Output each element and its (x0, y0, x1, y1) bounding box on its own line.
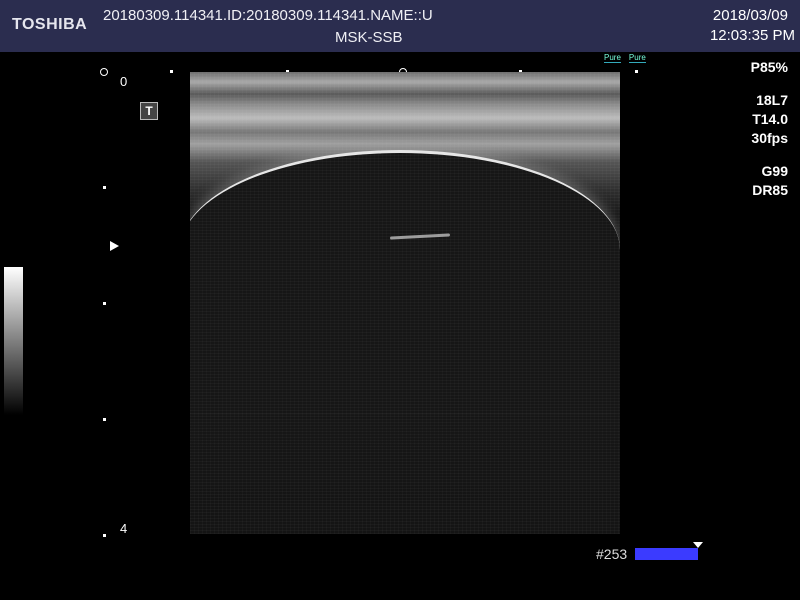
mode-icon: T (140, 102, 158, 120)
fps-value: 30fps (751, 130, 788, 146)
pure-icons: Pure Pure (604, 53, 646, 63)
frequency-value: T14.0 (752, 111, 788, 127)
probe-value: 18L7 (756, 92, 788, 108)
gain-value: G99 (761, 163, 788, 179)
brand-logo: TOSHIBA (12, 16, 88, 33)
depth-tick (103, 534, 106, 537)
scale-dot (170, 70, 173, 73)
dynamic-range-value: DR85 (752, 182, 788, 198)
depth-tick (103, 186, 106, 189)
ultrasound-image[interactable] (190, 72, 620, 534)
pure-icon-2: Pure (628, 53, 646, 63)
depth-tick (103, 418, 106, 421)
depth-tick (103, 302, 106, 305)
exam-preset: MSK-SSB (335, 29, 403, 46)
scale-dot (635, 70, 638, 73)
grayscale-bar (4, 267, 23, 415)
parameter-panel: P85% 18L7 T14.0 30fps G99 DR85 (751, 58, 788, 200)
cine-frame-counter: #253 (596, 546, 628, 562)
speckle-texture (190, 72, 620, 534)
depth-label-bottom: 4 (120, 521, 128, 536)
power-value: P85% (750, 59, 788, 75)
patient-id-text: 20180309.114341.ID:20180309.114341.NAME:… (103, 7, 433, 24)
cine-marker-icon[interactable] (693, 542, 703, 548)
depth-label-top: 0 (120, 74, 128, 89)
date-text: 2018/03/09 (712, 7, 788, 24)
focus-ring-marker (100, 68, 108, 76)
time-text: 12:03:35 PM (709, 27, 795, 44)
cine-progress-bar[interactable] (635, 548, 698, 560)
pure-icon-1: Pure (604, 53, 621, 63)
focus-marker-icon (110, 241, 119, 251)
title-bar: TOSHIBA 20180309.114341.ID:20180309.1143… (0, 0, 800, 52)
